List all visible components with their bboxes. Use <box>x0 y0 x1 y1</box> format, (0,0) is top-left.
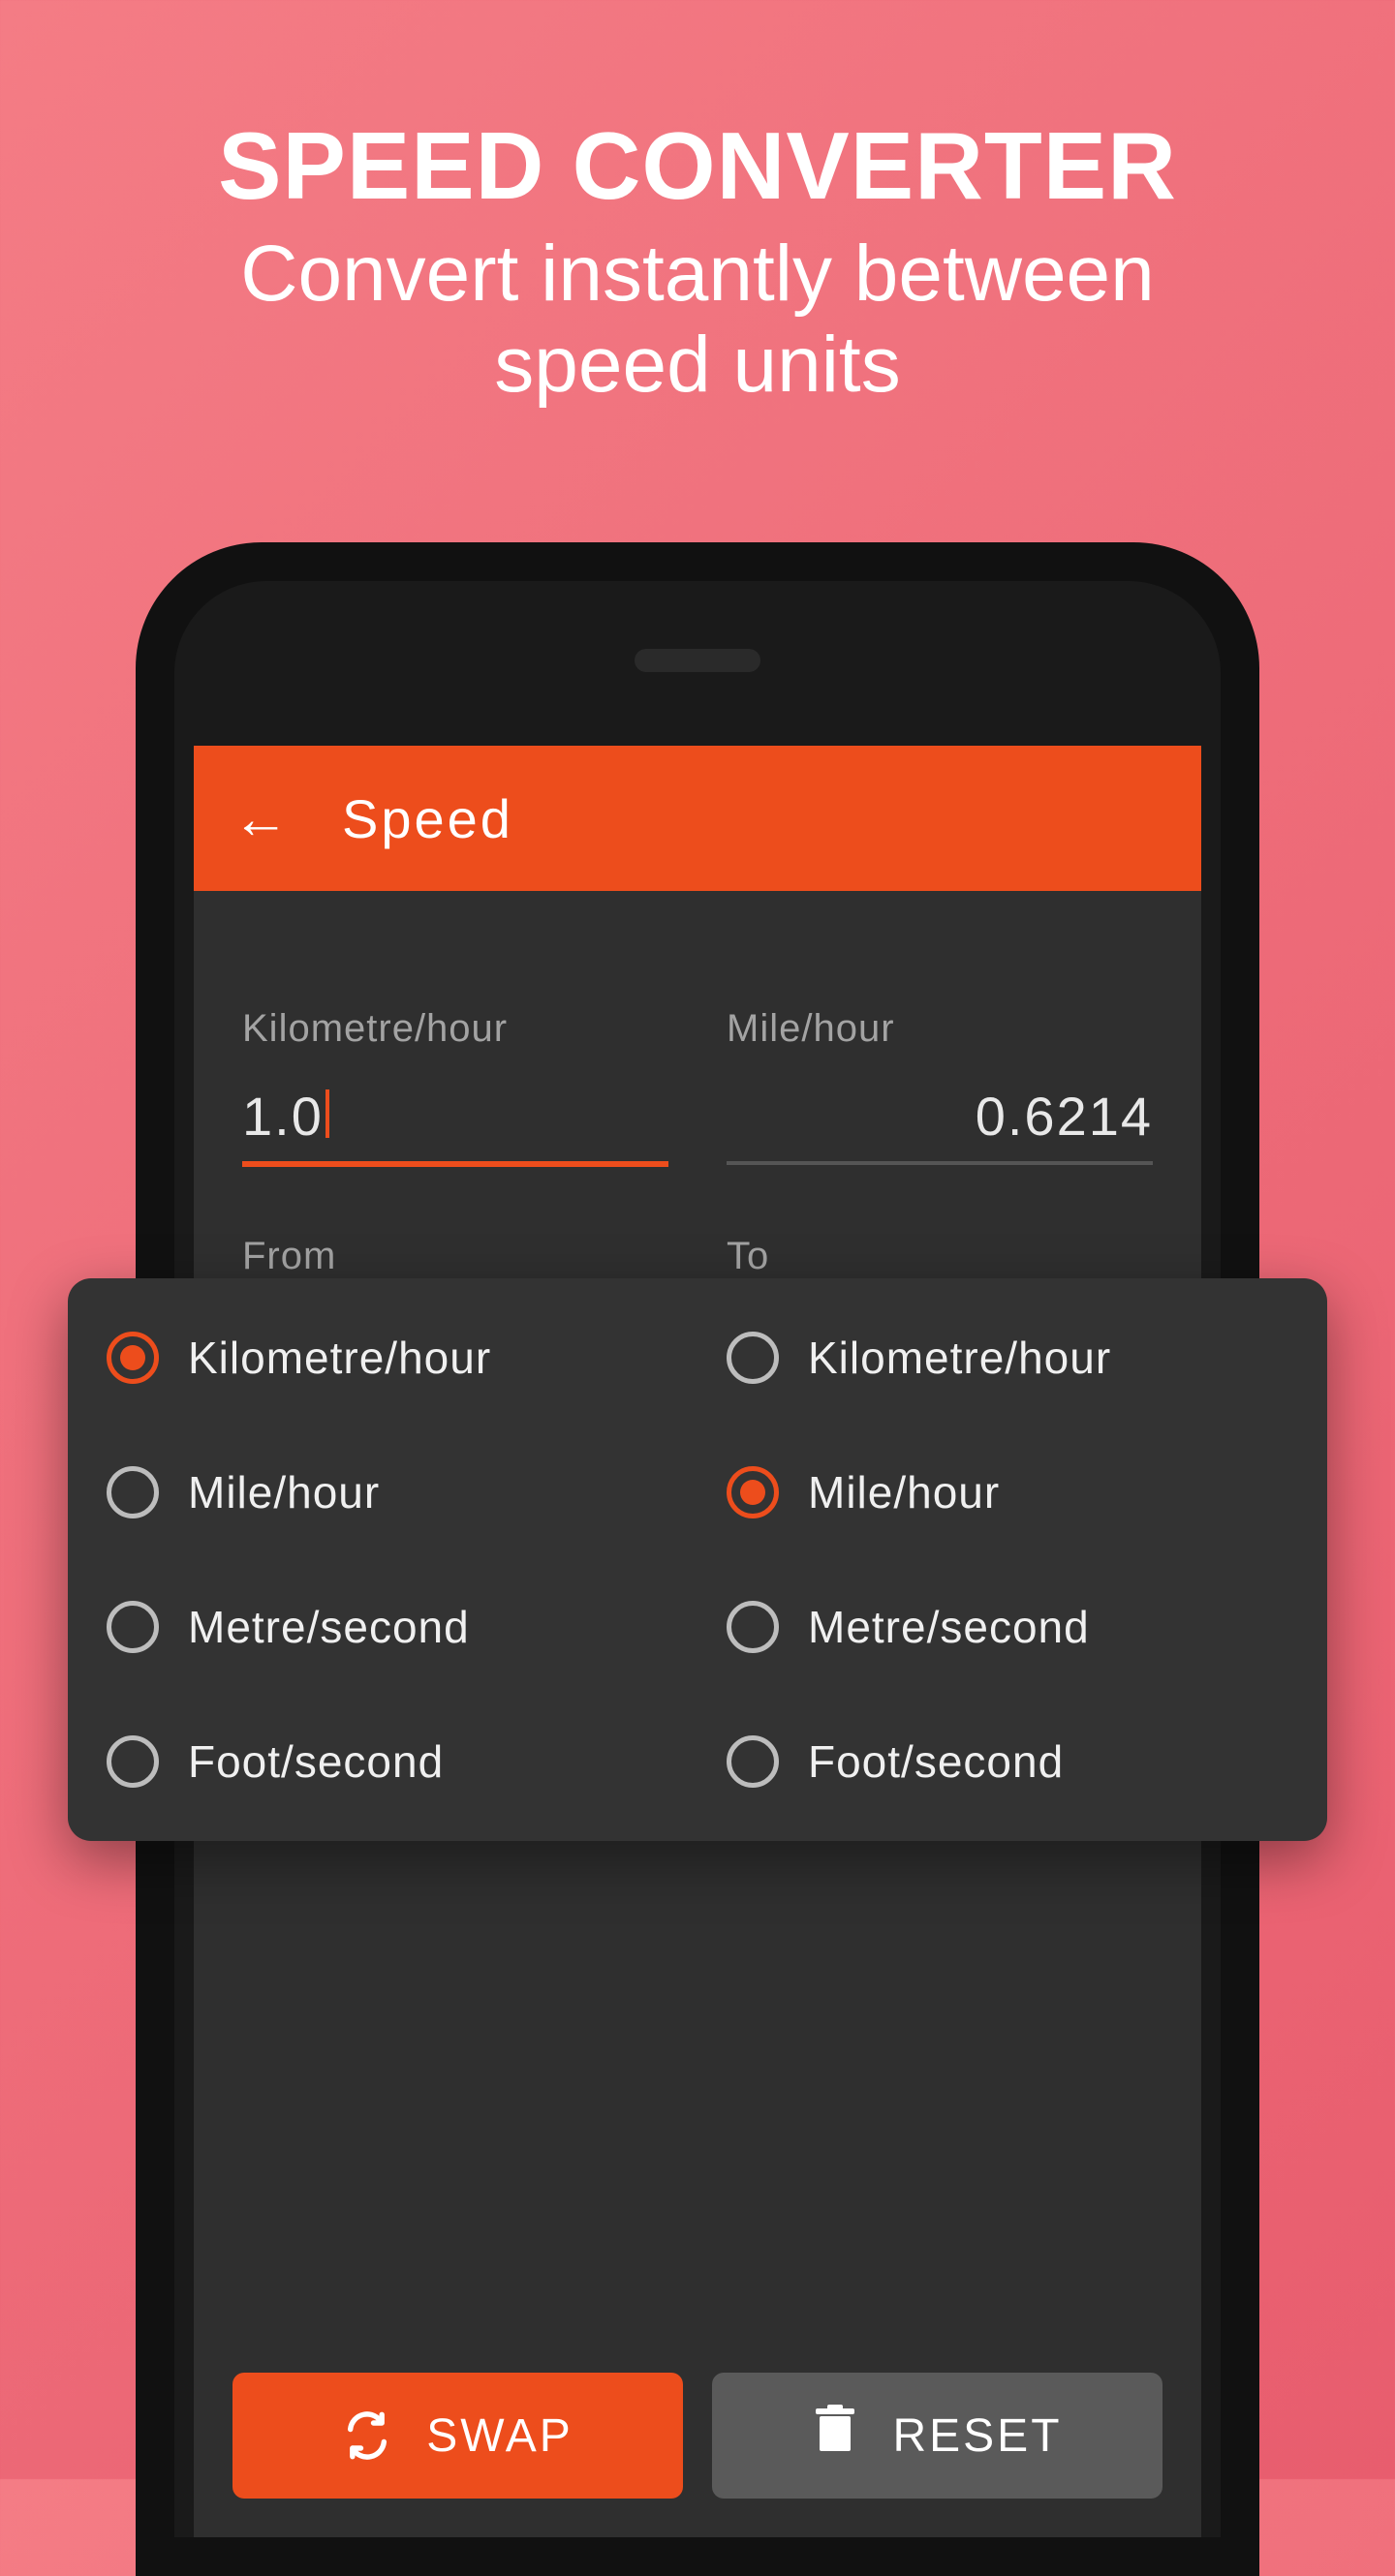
to-radio-fps[interactable]: Foot/second <box>727 1735 1288 1788</box>
to-field: Mile/hour 0.6214 <box>727 1007 1153 1167</box>
promo-title: SPEED CONVERTER <box>0 111 1395 221</box>
from-radio-mps[interactable]: Metre/second <box>107 1601 668 1653</box>
swap-icon <box>342 2410 392 2461</box>
app-bar: ← Speed <box>194 746 1201 891</box>
to-radio-kmh[interactable]: Kilometre/hour <box>727 1332 1288 1384</box>
to-unit-label: Mile/hour <box>727 1007 1153 1051</box>
from-section-label: From <box>242 1235 668 1278</box>
promo-subtitle: Convert instantly between speed units <box>0 229 1395 412</box>
reset-button[interactable]: RESET <box>712 2373 1162 2499</box>
from-value-input[interactable]: 1.0 <box>242 1085 668 1167</box>
radio-icon <box>107 1332 159 1384</box>
radio-icon <box>107 1466 159 1518</box>
back-arrow-icon[interactable]: ← <box>232 786 289 851</box>
from-radio-kmh[interactable]: Kilometre/hour <box>107 1332 668 1384</box>
to-section-label: To <box>727 1235 1153 1278</box>
radio-icon <box>727 1332 779 1384</box>
radio-icon <box>727 1601 779 1653</box>
unit-selector-panel: Kilometre/hour Mile/hour Metre/second Fo… <box>68 1278 1327 1841</box>
to-radio-mps[interactable]: Metre/second <box>727 1601 1288 1653</box>
radio-icon <box>727 1735 779 1788</box>
promo-header: SPEED CONVERTER Convert instantly betwee… <box>0 0 1395 412</box>
from-unit-list: Kilometre/hour Mile/hour Metre/second Fo… <box>107 1332 668 1788</box>
from-field: Kilometre/hour 1.0 <box>242 1007 668 1167</box>
to-value-output: 0.6214 <box>727 1085 1153 1165</box>
input-row: Kilometre/hour 1.0 Mile/hour 0.6214 <box>194 891 1201 1167</box>
phone-earpiece <box>635 649 760 672</box>
trash-icon <box>812 2405 858 2467</box>
from-unit-label: Kilometre/hour <box>242 1007 668 1051</box>
to-radio-mph[interactable]: Mile/hour <box>727 1466 1288 1518</box>
reset-label: RESET <box>892 2409 1062 2463</box>
button-row: SWAP RESET <box>194 2373 1201 2537</box>
swap-label: SWAP <box>426 2409 574 2463</box>
from-radio-fps[interactable]: Foot/second <box>107 1735 668 1788</box>
app-title: Speed <box>342 787 513 850</box>
radio-icon <box>107 1735 159 1788</box>
swap-button[interactable]: SWAP <box>232 2373 683 2499</box>
radio-icon <box>107 1601 159 1653</box>
radio-icon <box>727 1466 779 1518</box>
from-radio-mph[interactable]: Mile/hour <box>107 1466 668 1518</box>
to-unit-list: Kilometre/hour Mile/hour Metre/second Fo… <box>727 1332 1288 1788</box>
